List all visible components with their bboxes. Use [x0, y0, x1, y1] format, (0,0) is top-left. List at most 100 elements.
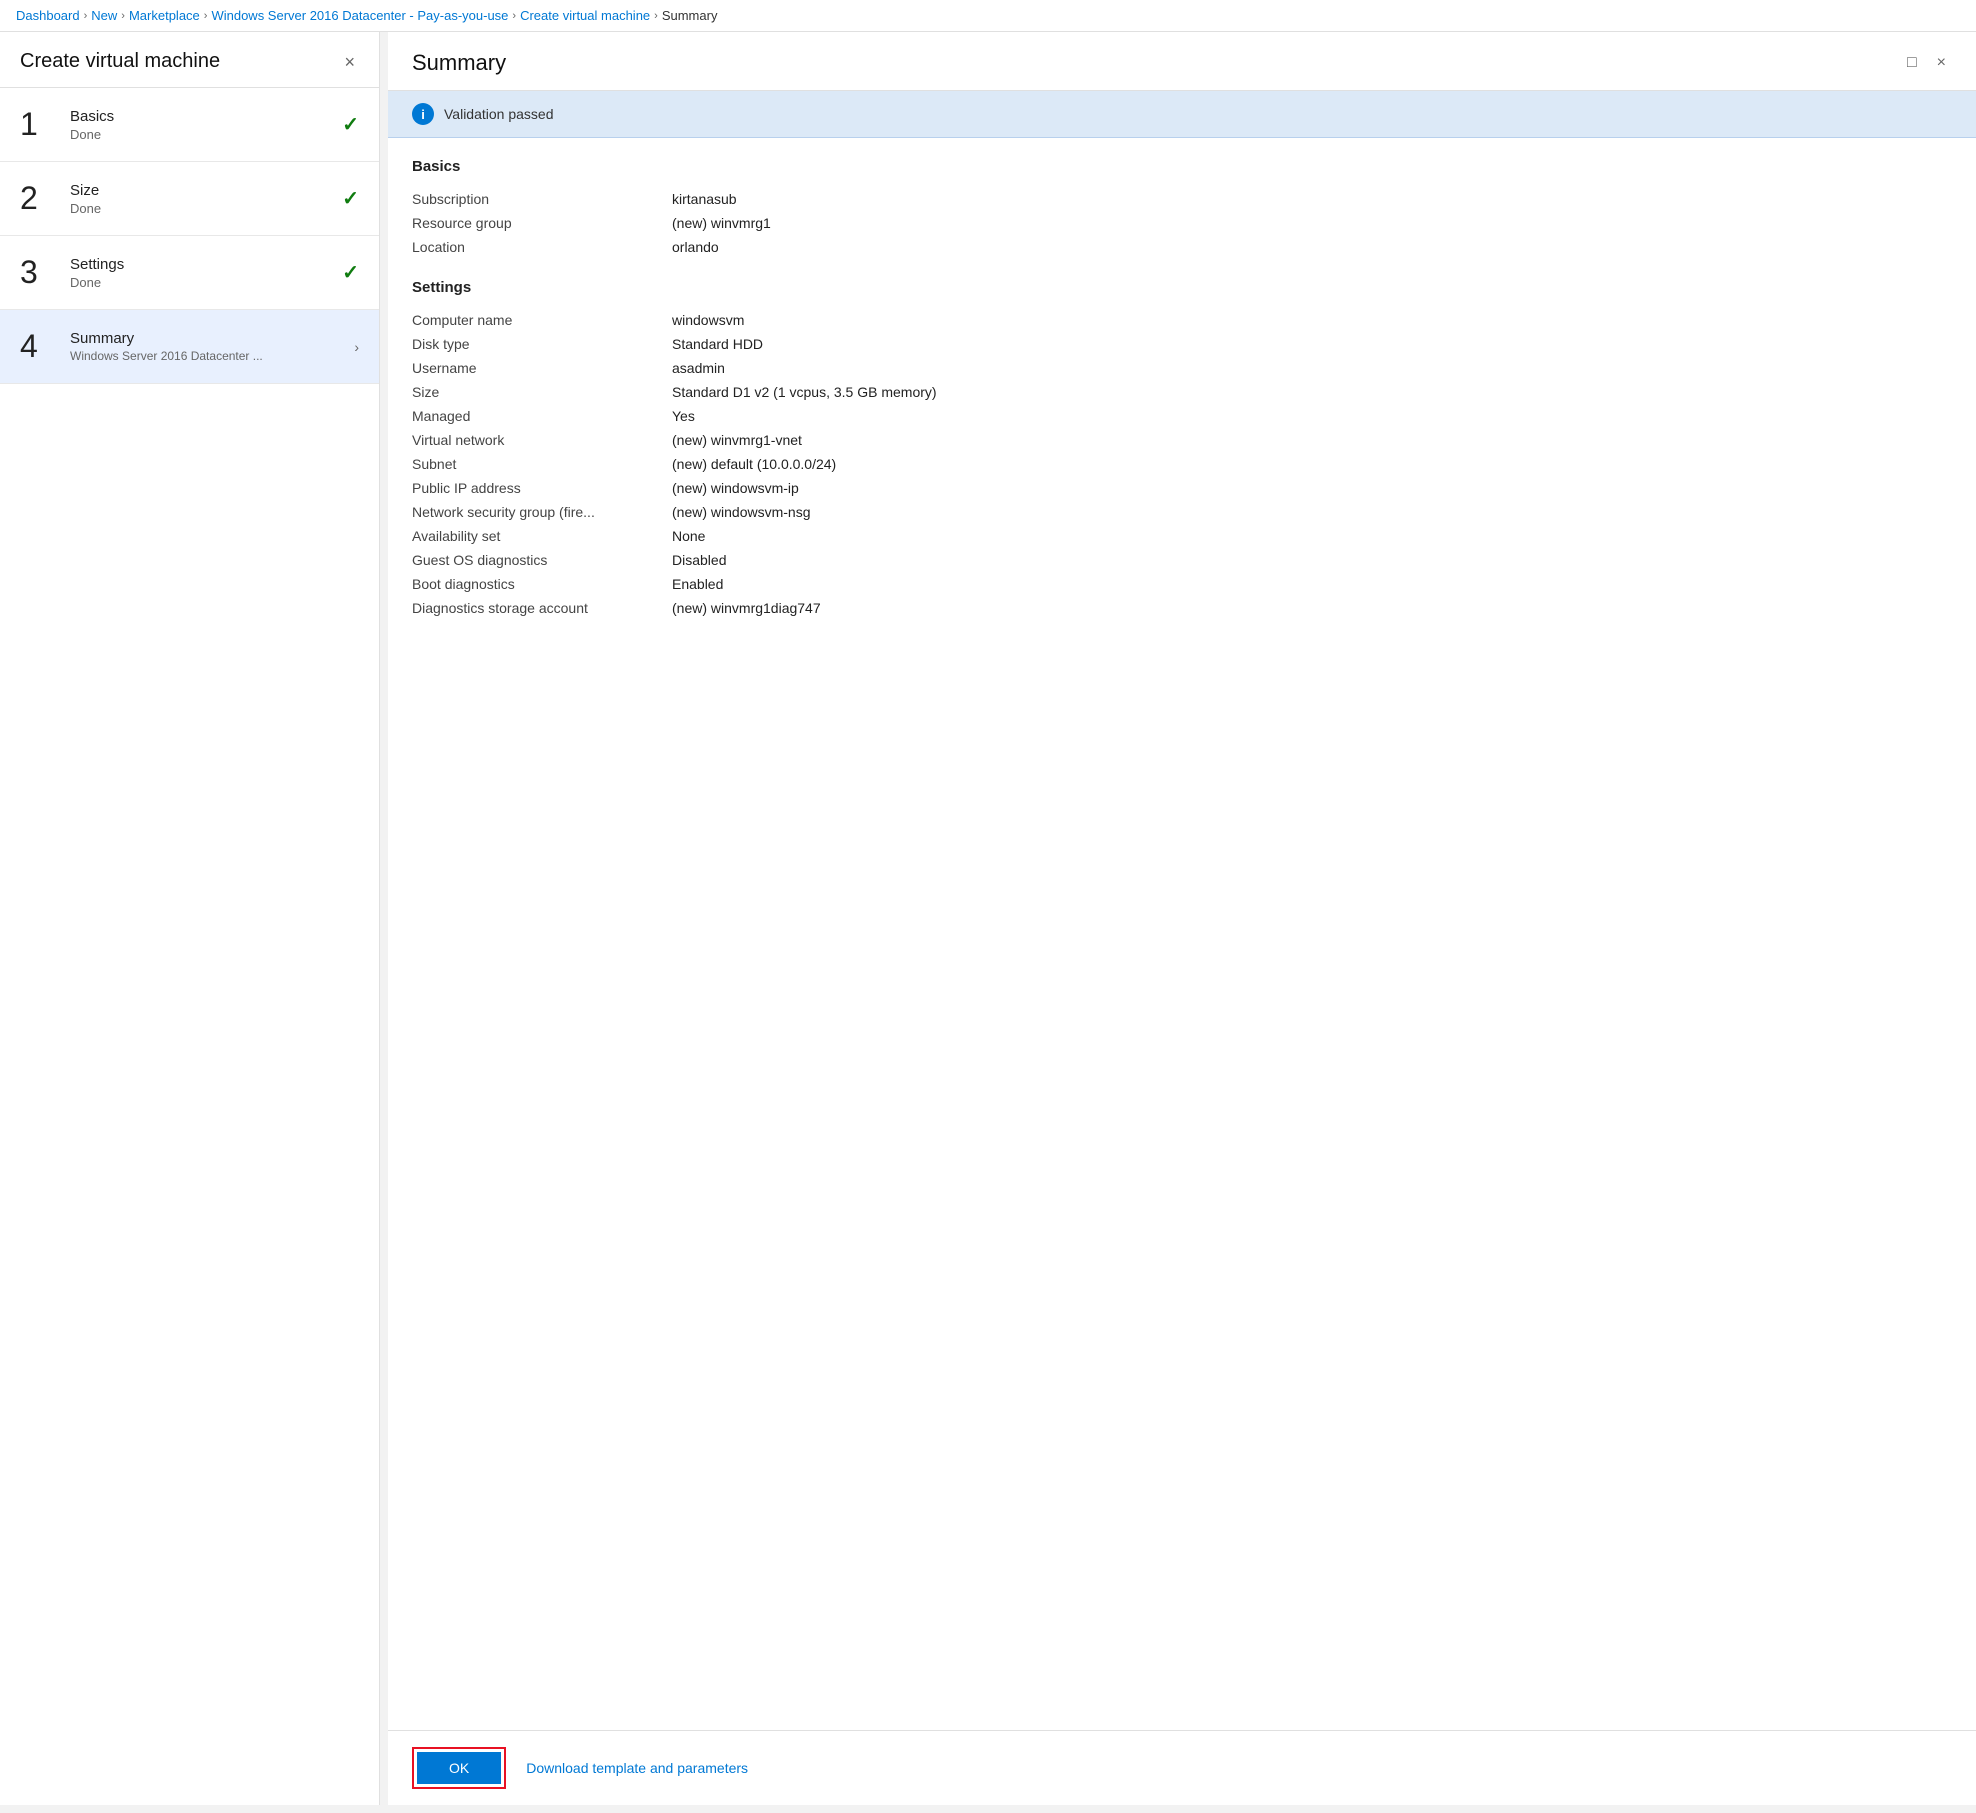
- step-check-2: ✓: [342, 186, 359, 211]
- left-panel-title: Create virtual machine: [20, 50, 220, 73]
- step-info-2: Size Done: [70, 182, 334, 216]
- settings-label: Availability set: [412, 524, 672, 548]
- settings-label: Diagnostics storage account: [412, 596, 672, 620]
- settings-value: Standard HDD: [672, 332, 1952, 356]
- settings-label: Managed: [412, 404, 672, 428]
- settings-label: Subnet: [412, 452, 672, 476]
- basics-section-heading: Basics: [412, 158, 1952, 175]
- steps-list: 1 Basics Done ✓ 2 Size Done ✓ 3 Settings…: [0, 88, 379, 1805]
- table-row: Computer name windowsvm: [412, 308, 1952, 332]
- validation-banner: i Validation passed: [388, 91, 1976, 138]
- step-info-3: Settings Done: [70, 256, 334, 290]
- table-row: Boot diagnostics Enabled: [412, 572, 1952, 596]
- download-template-link[interactable]: Download template and parameters: [526, 1760, 748, 1776]
- breadcrumb-windows-server[interactable]: Windows Server 2016 Datacenter - Pay-as-…: [211, 8, 508, 23]
- step-info-4: Summary Windows Server 2016 Datacenter .…: [70, 330, 346, 363]
- right-panel: Summary □ × i Validation passed Basics S…: [388, 32, 1976, 1805]
- settings-table: Computer name windowsvm Disk type Standa…: [412, 308, 1952, 620]
- basics-label: Location: [412, 235, 672, 259]
- step-number-3: 3: [20, 254, 70, 291]
- settings-label: Network security group (fire...: [412, 500, 672, 524]
- table-row: Network security group (fire... (new) wi…: [412, 500, 1952, 524]
- basics-label: Subscription: [412, 187, 672, 211]
- table-row: Public IP address (new) windowsvm-ip: [412, 476, 1952, 500]
- table-row: Availability set None: [412, 524, 1952, 548]
- settings-value: Yes: [672, 404, 1952, 428]
- step-status-1: Done: [70, 127, 334, 142]
- basics-value: (new) winvmrg1: [672, 211, 1952, 235]
- table-row: Guest OS diagnostics Disabled: [412, 548, 1952, 572]
- ok-button[interactable]: OK: [417, 1752, 501, 1784]
- summary-content: Basics Subscription kirtanasub Resource …: [388, 138, 1976, 1730]
- step-chevron-4: ›: [354, 339, 359, 355]
- step-info-1: Basics Done: [70, 108, 334, 142]
- table-row: Resource group (new) winvmrg1: [412, 211, 1952, 235]
- table-row: Location orlando: [412, 235, 1952, 259]
- left-panel-close-button[interactable]: ×: [340, 51, 359, 73]
- step-item-size[interactable]: 2 Size Done ✓: [0, 162, 379, 236]
- step-sub-4: Windows Server 2016 Datacenter ...: [70, 349, 270, 363]
- settings-value: Disabled: [672, 548, 1952, 572]
- settings-label: Guest OS diagnostics: [412, 548, 672, 572]
- right-panel-title: Summary: [412, 50, 506, 76]
- step-check-3: ✓: [342, 260, 359, 285]
- step-name-4: Summary: [70, 330, 346, 347]
- close-right-panel-button[interactable]: ×: [1931, 50, 1952, 76]
- left-panel-header: Create virtual machine ×: [0, 32, 379, 88]
- basics-table: Subscription kirtanasub Resource group (…: [412, 187, 1952, 259]
- table-row: Subnet (new) default (10.0.0.0/24): [412, 452, 1952, 476]
- settings-label: Public IP address: [412, 476, 672, 500]
- settings-value: None: [672, 524, 1952, 548]
- step-status-2: Done: [70, 201, 334, 216]
- step-item-settings[interactable]: 3 Settings Done ✓: [0, 236, 379, 310]
- settings-value: Standard D1 v2 (1 vcpus, 3.5 GB memory): [672, 380, 1952, 404]
- breadcrumb: Dashboard › New › Marketplace › Windows …: [0, 0, 1976, 32]
- step-item-basics[interactable]: 1 Basics Done ✓: [0, 88, 379, 162]
- step-item-summary[interactable]: 4 Summary Windows Server 2016 Datacenter…: [0, 310, 379, 384]
- table-row: Diagnostics storage account (new) winvmr…: [412, 596, 1952, 620]
- settings-label: Size: [412, 380, 672, 404]
- breadcrumb-summary: Summary: [662, 8, 718, 23]
- breadcrumb-dashboard[interactable]: Dashboard: [16, 8, 80, 23]
- settings-label: Username: [412, 356, 672, 380]
- settings-value: (new) winvmrg1diag747: [672, 596, 1952, 620]
- table-row: Virtual network (new) winvmrg1-vnet: [412, 428, 1952, 452]
- settings-value: windowsvm: [672, 308, 1952, 332]
- validation-text: Validation passed: [444, 106, 553, 122]
- settings-value: (new) default (10.0.0.0/24): [672, 452, 1952, 476]
- right-panel-header: Summary □ ×: [388, 32, 1976, 91]
- step-check-1: ✓: [342, 112, 359, 137]
- step-name-2: Size: [70, 182, 334, 199]
- settings-label: Boot diagnostics: [412, 572, 672, 596]
- bottom-bar: OK Download template and parameters: [388, 1730, 1976, 1805]
- breadcrumb-new[interactable]: New: [91, 8, 117, 23]
- step-name-1: Basics: [70, 108, 334, 125]
- step-status-3: Done: [70, 275, 334, 290]
- basics-value: orlando: [672, 235, 1952, 259]
- settings-section-heading: Settings: [412, 279, 1952, 296]
- basics-value: kirtanasub: [672, 187, 1952, 211]
- settings-value: Enabled: [672, 572, 1952, 596]
- validation-icon: i: [412, 103, 434, 125]
- table-row: Size Standard D1 v2 (1 vcpus, 3.5 GB mem…: [412, 380, 1952, 404]
- table-row: Subscription kirtanasub: [412, 187, 1952, 211]
- main-container: Create virtual machine × 1 Basics Done ✓…: [0, 32, 1976, 1805]
- table-row: Disk type Standard HDD: [412, 332, 1952, 356]
- settings-value: (new) windowsvm-ip: [672, 476, 1952, 500]
- minimize-button[interactable]: □: [1901, 50, 1923, 76]
- settings-value: (new) winvmrg1-vnet: [672, 428, 1952, 452]
- step-number-2: 2: [20, 180, 70, 217]
- settings-label: Virtual network: [412, 428, 672, 452]
- table-row: Username asadmin: [412, 356, 1952, 380]
- basics-label: Resource group: [412, 211, 672, 235]
- left-panel: Create virtual machine × 1 Basics Done ✓…: [0, 32, 380, 1805]
- ok-button-wrapper: OK: [412, 1747, 506, 1789]
- settings-value: asadmin: [672, 356, 1952, 380]
- step-number-1: 1: [20, 106, 70, 143]
- breadcrumb-marketplace[interactable]: Marketplace: [129, 8, 200, 23]
- table-row: Managed Yes: [412, 404, 1952, 428]
- settings-value: (new) windowsvm-nsg: [672, 500, 1952, 524]
- step-number-4: 4: [20, 328, 70, 365]
- breadcrumb-create-vm[interactable]: Create virtual machine: [520, 8, 650, 23]
- step-name-3: Settings: [70, 256, 334, 273]
